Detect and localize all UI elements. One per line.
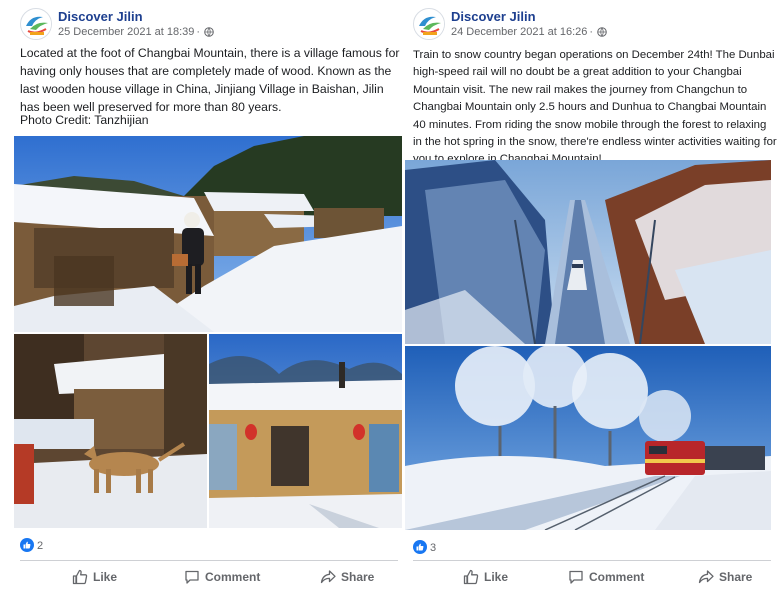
globe-icon [597, 27, 607, 40]
like-button[interactable]: Like [463, 566, 508, 588]
meta-separator: · [589, 26, 594, 38]
photo-credit: Photo Credit: Tanzhijian [20, 113, 149, 127]
actions-divider [20, 560, 398, 561]
comment-label: Comment [205, 570, 261, 584]
share-button[interactable]: Share [698, 566, 752, 588]
comment-button[interactable]: Comment [568, 566, 644, 588]
comment-button[interactable]: Comment [184, 566, 260, 588]
like-reaction-icon [20, 538, 34, 552]
post-high-speed-rail: Discover Jilin 24 December 2021 at 16:26… [405, 0, 780, 594]
reaction-summary[interactable]: 3 [413, 540, 436, 554]
like-button[interactable]: Like [72, 566, 117, 588]
comment-label: Comment [589, 570, 645, 584]
reaction-count: 3 [430, 542, 437, 554]
photo-train-valley[interactable] [405, 160, 771, 344]
post-actions: Like Comment Share [413, 566, 771, 588]
post-meta: 25 December 2021 at 18:39 · [58, 26, 214, 40]
page-name[interactable]: Discover Jilin [58, 9, 143, 24]
page-avatar[interactable] [413, 8, 445, 40]
reaction-count: 2 [37, 540, 44, 552]
post-meta: 24 December 2021 at 16:26 · [451, 26, 607, 40]
share-label: Share [341, 570, 375, 584]
post-header: Discover Jilin 25 December 2021 at 18:39… [20, 6, 390, 42]
comment-icon [568, 569, 584, 585]
globe-icon [204, 27, 214, 40]
actions-divider [413, 560, 771, 561]
photo-dog-snow[interactable] [14, 334, 207, 528]
like-label: Like [93, 570, 118, 584]
post-timestamp[interactable]: 24 December 2021 at 16:26 [451, 26, 587, 38]
share-icon [698, 569, 714, 585]
page-name[interactable]: Discover Jilin [451, 9, 536, 24]
share-label: Share [719, 570, 753, 584]
thumbs-up-icon [72, 569, 88, 585]
post-text: Train to snow country began operations o… [413, 49, 777, 166]
photo-red-train-frost[interactable] [405, 346, 771, 530]
post-wooden-village: Discover Jilin 25 December 2021 at 18:39… [0, 0, 405, 594]
page-avatar[interactable] [20, 8, 52, 40]
photo-village-street[interactable] [14, 136, 402, 332]
photo-wooden-house[interactable] [209, 334, 402, 528]
share-button[interactable]: Share [320, 566, 374, 588]
post-actions: Like Comment Share [20, 566, 398, 588]
reaction-summary[interactable]: 2 [20, 538, 43, 552]
thumbs-up-icon [463, 569, 479, 585]
like-reaction-icon [413, 540, 427, 554]
like-label: Like [484, 570, 509, 584]
post-header: Discover Jilin 24 December 2021 at 16:26… [413, 6, 780, 42]
comment-icon [184, 569, 200, 585]
post-text: Located at the foot of Changbai Mountain… [20, 46, 400, 114]
post-timestamp[interactable]: 25 December 2021 at 18:39 [58, 26, 194, 38]
meta-separator: · [196, 26, 201, 38]
share-icon [320, 569, 336, 585]
